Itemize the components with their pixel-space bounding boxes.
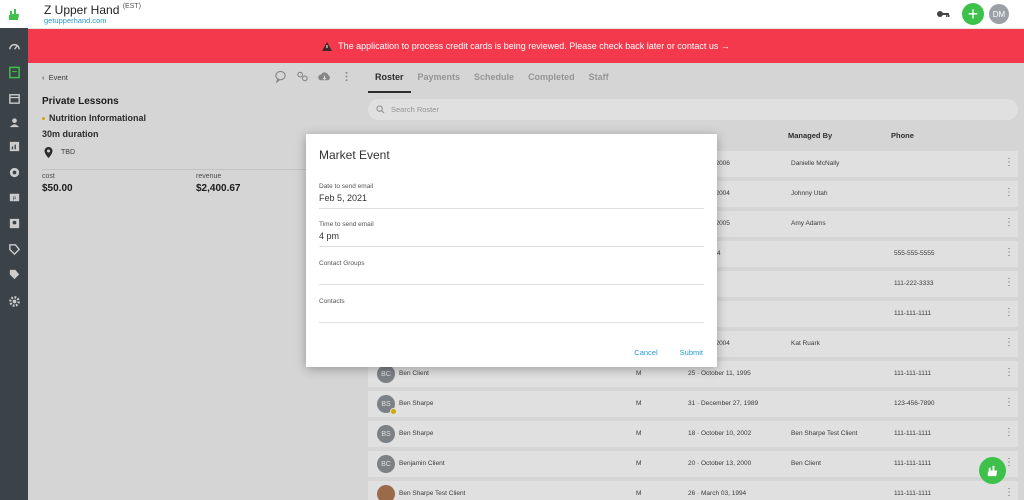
- help-fab[interactable]: [979, 457, 1006, 484]
- contacts-field[interactable]: Contacts: [319, 298, 704, 323]
- logo-icon[interactable]: [0, 0, 28, 28]
- contacts-label: Contacts: [319, 298, 345, 305]
- credit-card-alert[interactable]: The application to process credit cards …: [28, 29, 1024, 63]
- contact-groups-field[interactable]: Contact Groups: [319, 260, 704, 285]
- tickets-icon[interactable]: P: [0, 185, 28, 209]
- contacts-icon[interactable]: [0, 211, 28, 235]
- date-value[interactable]: Feb 5, 2021: [319, 193, 704, 206]
- time-value[interactable]: 4 pm: [319, 231, 704, 244]
- clients-icon[interactable]: [0, 110, 28, 134]
- dashboard-icon[interactable]: [0, 34, 28, 58]
- time-field[interactable]: Time to send email 4 pm: [319, 221, 704, 247]
- settings-icon[interactable]: [0, 289, 28, 313]
- reports-icon[interactable]: [0, 134, 28, 158]
- warning-icon: [322, 41, 333, 51]
- top-bar: Z Upper Hand (EST) getupperhand.com + DM: [28, 0, 1024, 29]
- cancel-button[interactable]: Cancel: [634, 348, 657, 357]
- date-label: Date to send email: [319, 183, 374, 190]
- dialog-title: Market Event: [319, 148, 390, 162]
- contact-groups-input[interactable]: [319, 270, 704, 283]
- market-event-dialog: Market Event Date to send email Feb 5, 2…: [306, 134, 717, 367]
- contacts-input[interactable]: [319, 308, 704, 321]
- business-url[interactable]: getupperhand.com: [44, 16, 107, 25]
- marketing-icon[interactable]: [0, 160, 28, 184]
- date-field[interactable]: Date to send email Feb 5, 2021: [319, 183, 704, 209]
- submit-button[interactable]: Submit: [680, 348, 703, 357]
- contact-groups-label: Contact Groups: [319, 260, 365, 267]
- events-icon[interactable]: [0, 60, 28, 84]
- key-icon[interactable]: [936, 8, 950, 20]
- business-name: Z Upper Hand (EST): [44, 3, 141, 17]
- dialog-actions: Cancel Submit: [634, 348, 703, 357]
- business-name-text: Z Upper Hand: [44, 3, 120, 17]
- svg-text:P: P: [12, 196, 16, 202]
- discount-icon[interactable]: [0, 262, 28, 286]
- side-nav: P: [0, 0, 28, 500]
- add-button[interactable]: +: [962, 3, 984, 25]
- timezone: (EST): [122, 3, 141, 10]
- time-label: Time to send email: [319, 221, 374, 228]
- upper-hand-icon: [987, 465, 998, 477]
- tag-icon[interactable]: [0, 237, 28, 261]
- alert-text: The application to process credit cards …: [338, 41, 730, 51]
- calendar-icon[interactable]: [0, 86, 28, 110]
- user-avatar[interactable]: DM: [989, 4, 1009, 24]
